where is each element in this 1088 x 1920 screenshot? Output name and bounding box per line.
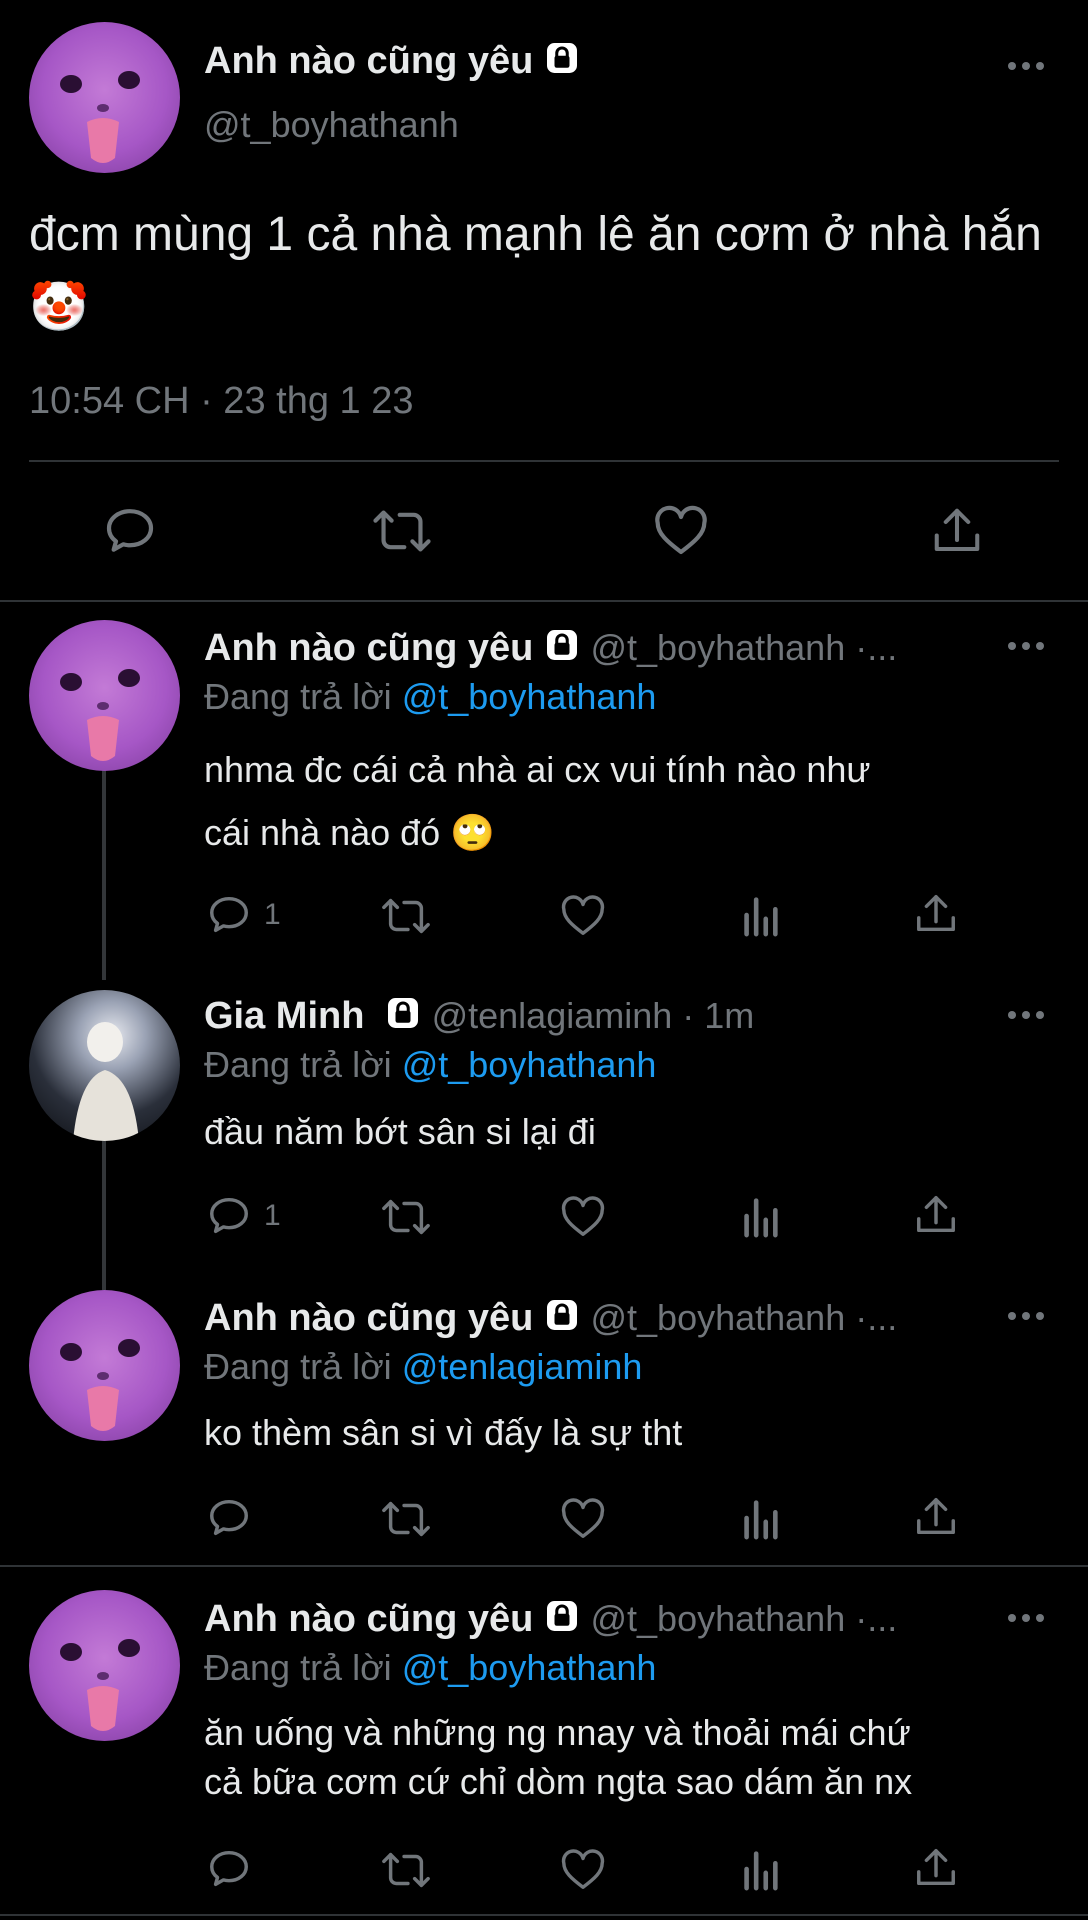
like-icon[interactable] bbox=[560, 894, 606, 938]
replying-label: Đang trả lời bbox=[204, 676, 392, 717]
cat-avatar-image bbox=[60, 669, 140, 761]
divider bbox=[0, 1914, 1088, 1916]
reply-icon[interactable] bbox=[206, 1846, 252, 1892]
mention-link[interactable]: @t_boyhathanh bbox=[402, 676, 657, 717]
like-icon[interactable] bbox=[560, 1195, 606, 1239]
reply-icon[interactable] bbox=[102, 503, 158, 559]
like-icon[interactable] bbox=[560, 1848, 606, 1892]
replying-to: Đang trả lời @t_boyhathanh bbox=[204, 1647, 656, 1689]
like-icon[interactable] bbox=[653, 505, 709, 557]
reply-text-line: cả bữa cơm cứ chỉ dòm ngta sao dám ăn nx bbox=[204, 1761, 913, 1802]
avatar[interactable] bbox=[29, 1590, 180, 1741]
share-icon[interactable] bbox=[913, 891, 959, 937]
display-name[interactable]: Anh nào cũng yêu bbox=[204, 40, 533, 82]
avatar[interactable] bbox=[29, 22, 180, 173]
replying-to: Đang trả lời @tenlagiaminh bbox=[204, 1346, 642, 1388]
handle-meta[interactable]: @t_boyhathanh ·... bbox=[590, 1598, 897, 1639]
retweet-icon[interactable] bbox=[381, 1195, 431, 1239]
reply-text-line: đầu năm bớt sân si lại đi bbox=[204, 1111, 596, 1152]
avatar[interactable] bbox=[29, 990, 180, 1141]
divider bbox=[29, 460, 1059, 462]
display-name[interactable]: Gia Minh bbox=[204, 995, 364, 1037]
more-icon[interactable] bbox=[1006, 58, 1046, 74]
mention-link[interactable]: @t_boyhathanh bbox=[402, 1044, 657, 1085]
more-icon[interactable] bbox=[1006, 1308, 1046, 1324]
reply-text-line: nhma đc cái cả nhà ai cx vui tính nào nh… bbox=[204, 749, 871, 790]
reply-text: nhma đc cái cả nhà ai cx vui tính nào nh… bbox=[204, 738, 871, 864]
lock-icon bbox=[385, 995, 421, 1041]
user-avatar-image bbox=[73, 1022, 139, 1141]
share-icon[interactable] bbox=[913, 1192, 959, 1238]
avatar[interactable] bbox=[29, 1290, 180, 1441]
reply-text-line: cái nhà nào đó 🙄 bbox=[204, 812, 496, 853]
share-icon[interactable] bbox=[913, 1845, 959, 1891]
reply-text-line: ăn uống và những ng nnay và thoải mái ch… bbox=[204, 1712, 911, 1753]
replying-label: Đang trả lời bbox=[204, 1647, 392, 1688]
display-name[interactable]: Anh nào cũng yêu bbox=[204, 627, 533, 669]
more-icon[interactable] bbox=[1006, 1007, 1046, 1023]
reply-icon[interactable] bbox=[206, 1495, 252, 1541]
mention-link[interactable]: @t_boyhathanh bbox=[402, 1647, 657, 1688]
reply-text: ko thèm sân si vì đấy là sự tht bbox=[204, 1405, 682, 1461]
lock-icon bbox=[544, 40, 580, 86]
more-icon[interactable] bbox=[1006, 638, 1046, 654]
cat-avatar-image bbox=[60, 71, 140, 163]
share-icon[interactable] bbox=[913, 1494, 959, 1540]
reply-icon[interactable] bbox=[206, 892, 252, 938]
replying-label: Đang trả lời bbox=[204, 1346, 392, 1387]
thread-line bbox=[102, 1140, 106, 1290]
reply-text: ăn uống và những ng nnay và thoải mái ch… bbox=[204, 1708, 912, 1806]
reply-text-line: ko thèm sân si vì đấy là sự tht bbox=[204, 1412, 683, 1453]
retweet-icon[interactable] bbox=[381, 1497, 431, 1541]
divider bbox=[0, 1565, 1088, 1567]
cat-avatar-image bbox=[60, 1639, 140, 1731]
replying-label: Đang trả lời bbox=[204, 1044, 392, 1085]
views-icon[interactable] bbox=[740, 1846, 780, 1892]
handle-meta[interactable]: @t_boyhathanh ·... bbox=[590, 627, 897, 668]
cat-avatar-image bbox=[60, 1339, 140, 1431]
tweet-timestamp[interactable]: 10:54 CH · 23 thg 1 23 bbox=[29, 380, 413, 423]
reply-count: 1 bbox=[264, 1199, 281, 1232]
lock-icon bbox=[544, 1598, 580, 1644]
handle-meta[interactable]: @tenlagiaminh · 1m bbox=[432, 995, 755, 1036]
retweet-icon[interactable] bbox=[381, 894, 431, 938]
more-icon[interactable] bbox=[1006, 1610, 1046, 1626]
divider bbox=[0, 600, 1088, 602]
reply-icon[interactable] bbox=[206, 1193, 252, 1239]
thread-line bbox=[102, 770, 106, 980]
replying-to: Đang trả lời @t_boyhathanh bbox=[204, 676, 656, 718]
reply-text: đầu năm bớt sân si lại đi bbox=[204, 1104, 596, 1160]
share-icon[interactable] bbox=[930, 503, 984, 559]
views-icon[interactable] bbox=[740, 1193, 780, 1239]
lock-icon bbox=[544, 1297, 580, 1343]
display-name[interactable]: Anh nào cũng yêu bbox=[204, 1598, 533, 1640]
handle-meta[interactable]: @t_boyhathanh ·... bbox=[590, 1297, 897, 1338]
tweet-text: đcm mùng 1 cả nhà mạnh lê ăn cơm ở nhà h… bbox=[29, 208, 1042, 334]
mention-link[interactable]: @tenlagiaminh bbox=[402, 1346, 643, 1387]
retweet-icon[interactable] bbox=[381, 1848, 431, 1892]
lock-icon bbox=[544, 627, 580, 673]
reply-count: 1 bbox=[264, 898, 281, 931]
handle[interactable]: @t_boyhathanh bbox=[204, 104, 459, 146]
replying-to: Đang trả lời @t_boyhathanh bbox=[204, 1044, 656, 1086]
avatar[interactable] bbox=[29, 620, 180, 771]
views-icon[interactable] bbox=[740, 892, 780, 938]
retweet-icon[interactable] bbox=[372, 505, 432, 557]
views-icon[interactable] bbox=[740, 1495, 780, 1541]
display-name[interactable]: Anh nào cũng yêu bbox=[204, 1297, 533, 1339]
like-icon[interactable] bbox=[560, 1497, 606, 1541]
